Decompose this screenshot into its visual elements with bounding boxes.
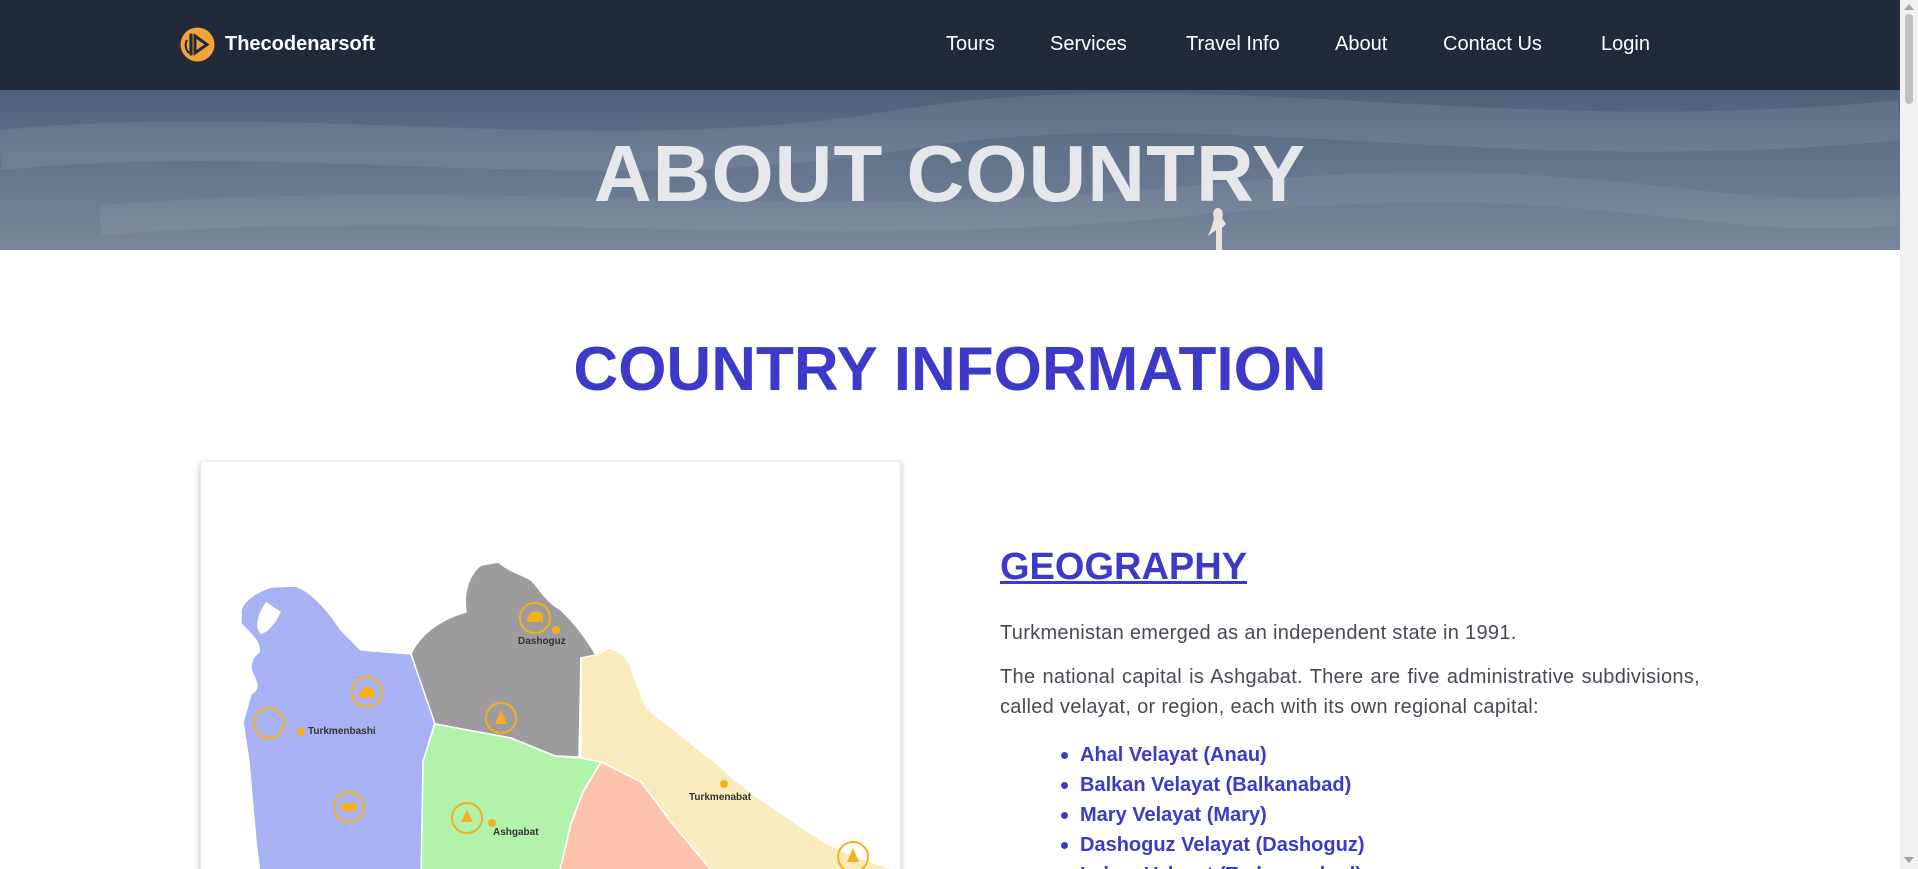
- geography-title: GEOGRAPHY: [1000, 546, 1248, 588]
- hero-title: ABOUT COUNTRY: [593, 129, 1307, 218]
- scroll-down-arrow-icon[interactable]: [1904, 857, 1914, 863]
- map-city-label: Turkmenabat: [689, 792, 752, 803]
- geography-section: GEOGRAPHY Turkmenistan emerged as an ind…: [1000, 546, 1700, 869]
- region-list-item: Ahal Velayat (Anau): [1061, 740, 1365, 770]
- map-city-label: Dashoguz: [518, 636, 566, 647]
- nav-link-tours[interactable]: Tours: [946, 33, 995, 56]
- hero-banner: ABOUT COUNTRY: [0, 90, 1900, 250]
- nav-link-travel-info[interactable]: Travel Info: [1186, 33, 1280, 56]
- region-list-item: Lebap Velayat (Turkmenabad): [1080, 860, 1365, 869]
- scroll-up-arrow-icon[interactable]: [1904, 4, 1914, 10]
- nav-menu: Tours Services Travel Info About Contact…: [0, 0, 1900, 90]
- nav-link-login[interactable]: Login: [1601, 33, 1650, 56]
- geography-paragraph-1: Turkmenistan emerged as an independent s…: [1000, 622, 1517, 644]
- nav-link-services[interactable]: Services: [1050, 33, 1127, 56]
- scrollbar-thumb[interactable]: [1905, 14, 1913, 104]
- geography-paragraph-2: The national capital is Ashgabat. There …: [1000, 666, 1700, 718]
- top-navbar: Thecodenarsoft Tours Services Travel Inf…: [0, 0, 1900, 90]
- nav-link-contact-us[interactable]: Contact Us: [1443, 33, 1542, 56]
- page-scrollbar[interactable]: [1900, 0, 1918, 869]
- map-card: Dashoguz Turkmenbashi Turkmenabat Ashgab…: [200, 461, 901, 869]
- section-title: COUNTRY INFORMATION: [573, 335, 1327, 404]
- map-city-label: Turkmenbashi: [308, 726, 376, 737]
- region-list-item: Mary Velayat (Mary): [1061, 800, 1365, 830]
- statue-image: [1208, 208, 1226, 250]
- nav-link-about[interactable]: About: [1335, 33, 1387, 56]
- region-list-item: Balkan Velayat (Balkanabad): [1061, 770, 1365, 800]
- map-city-label: Ashgabat: [493, 827, 539, 838]
- region-list-item: Dashoguz Velayat (Dashoguz): [1061, 830, 1365, 860]
- turkmenistan-map: [240, 561, 896, 869]
- region-list: Ahal Velayat (Anau) Balkan Velayat (Balk…: [1061, 740, 1365, 869]
